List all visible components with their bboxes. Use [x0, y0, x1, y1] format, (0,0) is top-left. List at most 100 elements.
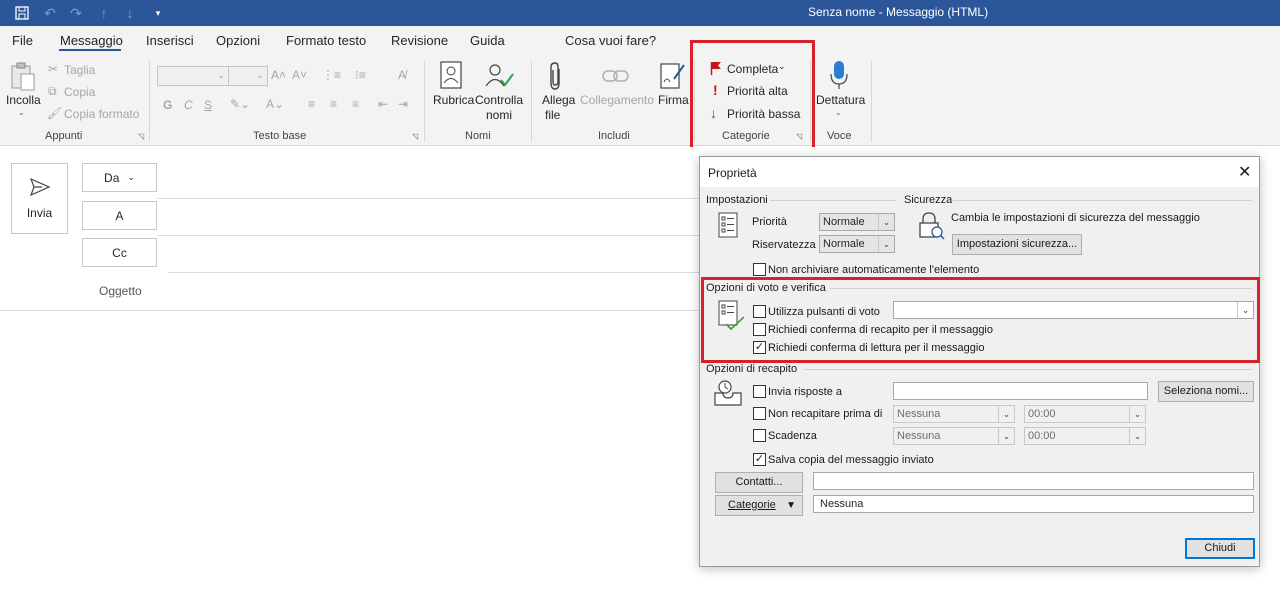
- link-button[interactable]: Collegamento: [580, 93, 654, 107]
- settings-header: Impostazioni: [706, 194, 768, 206]
- check-names-icon[interactable]: [484, 61, 514, 92]
- group-label-nomi: Nomi: [465, 130, 491, 142]
- address-book-button[interactable]: Rubrica: [433, 93, 474, 107]
- contacts-button[interactable]: Contatti...: [715, 472, 803, 493]
- dialog-launcher-icon[interactable]: ◹: [412, 132, 418, 141]
- do-not-deliver-date-select[interactable]: Nessuna ⌄: [893, 405, 1015, 423]
- do-not-deliver-checkbox[interactable]: [753, 407, 766, 420]
- tab-formato-testo[interactable]: Formato testo: [286, 33, 366, 48]
- clear-formatting-icon[interactable]: A̸: [398, 68, 406, 82]
- priority-select[interactable]: Normale ⌄: [819, 213, 895, 231]
- signature-button[interactable]: Firma: [658, 93, 689, 107]
- time-value: 00:00: [1028, 408, 1056, 420]
- no-autoarchive-checkbox[interactable]: [753, 263, 766, 276]
- expires-label: Scadenza: [768, 430, 817, 442]
- paperclip-icon[interactable]: [548, 61, 564, 94]
- categories-button[interactable]: Categorie ▼: [715, 495, 803, 516]
- reply-to-checkbox[interactable]: [753, 385, 766, 398]
- ribbon: Incolla ⌄ ✂ Taglia ⧉ Copia 🖌 Copia forma…: [0, 56, 1280, 146]
- chevron-down-icon: ⌄: [998, 428, 1014, 444]
- next-item-icon[interactable]: ↓: [120, 3, 140, 23]
- shrink-font-icon[interactable]: A˅: [292, 68, 307, 82]
- dictate-chevron-icon[interactable]: ⌄: [835, 108, 842, 117]
- tell-me-search[interactable]: Cosa vuoi fare?: [565, 33, 656, 48]
- from-label: Da: [104, 170, 120, 185]
- dictate-button[interactable]: Dettatura: [816, 93, 865, 107]
- highlight-color-icon[interactable]: ✎⌄: [230, 97, 250, 111]
- to-button[interactable]: A: [82, 201, 157, 230]
- paste-icon[interactable]: [9, 62, 37, 95]
- font-color-icon[interactable]: A⌄: [266, 97, 284, 111]
- attach-file-button[interactable]: Allega: [542, 93, 575, 107]
- expires-checkbox[interactable]: [753, 429, 766, 442]
- dialog-title: Proprietà: [708, 166, 757, 180]
- address-book-icon[interactable]: [440, 61, 462, 92]
- sensitivity-select[interactable]: Normale ⌄: [819, 235, 895, 253]
- to-input-line[interactable]: [157, 198, 700, 199]
- security-settings-button[interactable]: Impostazioni sicurezza...: [952, 234, 1082, 255]
- previous-item-icon[interactable]: ↑: [94, 3, 114, 23]
- bold-button[interactable]: G: [163, 98, 172, 112]
- paste-chevron-icon[interactable]: ⌄: [18, 108, 25, 117]
- check-names-button[interactable]: Controlla: [475, 93, 523, 107]
- tab-guida[interactable]: Guida: [470, 33, 505, 48]
- grow-font-icon[interactable]: A˄: [271, 68, 286, 82]
- cut-icon: ✂: [48, 62, 59, 76]
- categories-button-label: Categorie: [728, 499, 776, 511]
- do-not-deliver-time-select[interactable]: 00:00 ⌄: [1024, 405, 1146, 423]
- italic-button[interactable]: C: [184, 98, 193, 112]
- categories-input[interactable]: Nessuna: [813, 495, 1254, 513]
- save-copy-label: Salva copia del messaggio inviato: [768, 454, 934, 466]
- tab-inserisci[interactable]: Inserisci: [146, 33, 194, 48]
- divider: [770, 200, 896, 201]
- redo-icon[interactable]: ↷: [66, 3, 86, 23]
- priority-value: Normale: [823, 216, 865, 228]
- tab-messaggio[interactable]: Messaggio: [60, 33, 123, 48]
- link-icon[interactable]: [602, 66, 630, 89]
- close-button[interactable]: Chiudi: [1185, 538, 1255, 559]
- align-center-icon[interactable]: ≡: [330, 97, 337, 111]
- ribbon-tabs: File Messaggio Inserisci Opzioni Formato…: [0, 26, 1280, 74]
- dialog-launcher-icon[interactable]: ◹: [138, 132, 144, 141]
- from-button[interactable]: Da ⌄: [82, 163, 157, 192]
- security-lock-icon: [917, 211, 945, 244]
- decrease-indent-icon[interactable]: ⇤: [378, 97, 388, 111]
- expires-date-select[interactable]: Nessuna ⌄: [893, 427, 1015, 445]
- divider: [952, 200, 1252, 201]
- signature-icon[interactable]: [660, 61, 686, 92]
- cc-input-line[interactable]: [157, 235, 700, 236]
- align-left-icon[interactable]: ≡: [308, 97, 315, 111]
- contacts-input[interactable]: [813, 472, 1254, 490]
- save-copy-checkbox[interactable]: ✓: [753, 453, 766, 466]
- select-names-button[interactable]: Seleziona nomi...: [1158, 381, 1254, 402]
- subject-input-line[interactable]: [168, 272, 700, 273]
- tab-opzioni[interactable]: Opzioni: [216, 33, 260, 48]
- paste-button[interactable]: Incolla: [6, 93, 41, 107]
- increase-indent-icon[interactable]: ⇥: [398, 97, 408, 111]
- reply-to-input[interactable]: [893, 382, 1148, 400]
- customize-toolbar-icon[interactable]: ▾: [148, 3, 168, 23]
- close-icon[interactable]: ✕: [1238, 162, 1251, 182]
- cut-button[interactable]: Taglia: [64, 63, 95, 77]
- numbering-icon[interactable]: ⁝≡: [355, 68, 366, 82]
- font-name-combo[interactable]: ⌄: [157, 66, 229, 86]
- copy-button[interactable]: Copia: [64, 85, 95, 99]
- send-button[interactable]: Invia: [11, 163, 68, 234]
- underline-button[interactable]: S: [204, 98, 212, 112]
- bullets-icon[interactable]: ⋮≡: [322, 68, 341, 82]
- chevron-down-icon: ⌄: [127, 172, 135, 182]
- tab-revisione[interactable]: Revisione: [391, 33, 448, 48]
- save-icon[interactable]: [12, 3, 32, 23]
- font-size-combo[interactable]: ⌄: [228, 66, 268, 86]
- group-label-includi: Includi: [598, 130, 630, 142]
- chevron-down-icon: ⌄: [998, 406, 1014, 422]
- undo-icon[interactable]: ↶: [40, 3, 60, 23]
- microphone-icon[interactable]: [829, 60, 849, 93]
- align-right-icon[interactable]: ≡: [352, 97, 359, 111]
- tab-file[interactable]: File: [12, 33, 33, 48]
- expires-time-select[interactable]: 00:00 ⌄: [1024, 427, 1146, 445]
- cc-button[interactable]: Cc: [82, 238, 157, 267]
- format-painter-button[interactable]: Copia formato: [64, 107, 139, 121]
- chevron-down-icon: ⌄: [878, 214, 894, 230]
- chevron-down-icon: ⌄: [878, 236, 894, 252]
